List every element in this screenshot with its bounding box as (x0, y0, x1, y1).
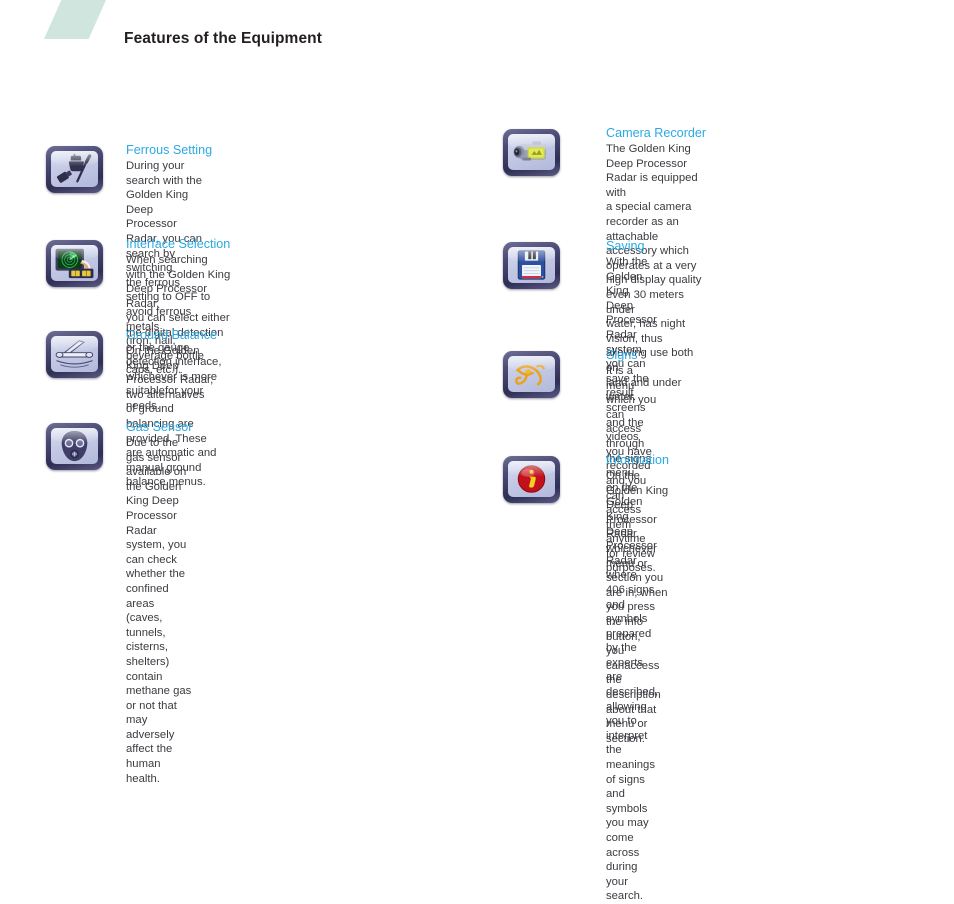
info-badge-glyph (517, 465, 546, 493)
feature-body: Due to the gas sensor available on the G… (126, 437, 192, 785)
icon-face (508, 461, 555, 497)
feature-heading: Gas Sensor (126, 420, 193, 434)
icon-face (51, 151, 98, 187)
icon-face (508, 356, 555, 392)
icon-face (51, 245, 98, 281)
page-header: Features of the Equipment (0, 0, 954, 72)
icon-face (508, 134, 555, 170)
search-coil-glyph (55, 340, 94, 368)
eye-of-horus-glyph (515, 364, 545, 386)
feature-heading: Ferrous Setting (126, 143, 213, 157)
feature-heading: Ground Balance (126, 328, 218, 342)
gas-mask-icon (46, 423, 103, 470)
page-title: Features of the Equipment (124, 30, 322, 47)
accent-parallelogram-decoration (44, 0, 106, 39)
icon-face (508, 247, 555, 283)
icon-face (51, 428, 98, 464)
radar-screen-glyph (55, 248, 94, 279)
eye-of-horus-icon (503, 351, 560, 398)
search-coil-icon (46, 331, 103, 378)
feature-body: On the Golden King Deep Processor Radar,… (606, 470, 669, 745)
gas-mask-glyph (61, 430, 88, 462)
magnet-nail-glyph (56, 153, 92, 183)
feature-text-block: Information On the Golden King Deep Proc… (606, 453, 669, 746)
camcorder-icon (503, 129, 560, 176)
feature-heading: Interface Selection (126, 237, 231, 251)
radar-screen-icon (46, 240, 103, 287)
feature-heading: Signs (606, 348, 638, 362)
floppy-disk-icon (503, 242, 560, 289)
floppy-disk-glyph (517, 250, 546, 280)
feature-heading: Information (606, 453, 669, 467)
magnet-nail-icon (46, 146, 103, 193)
feature-heading: Camera Recorder (606, 126, 707, 140)
camcorder-glyph (513, 141, 546, 161)
icon-face (51, 336, 98, 372)
feature-text-block: Gas Sensor Due to the gas sensor availab… (126, 420, 193, 786)
feature-heading: Saving (606, 239, 645, 253)
info-badge-icon (503, 456, 560, 503)
